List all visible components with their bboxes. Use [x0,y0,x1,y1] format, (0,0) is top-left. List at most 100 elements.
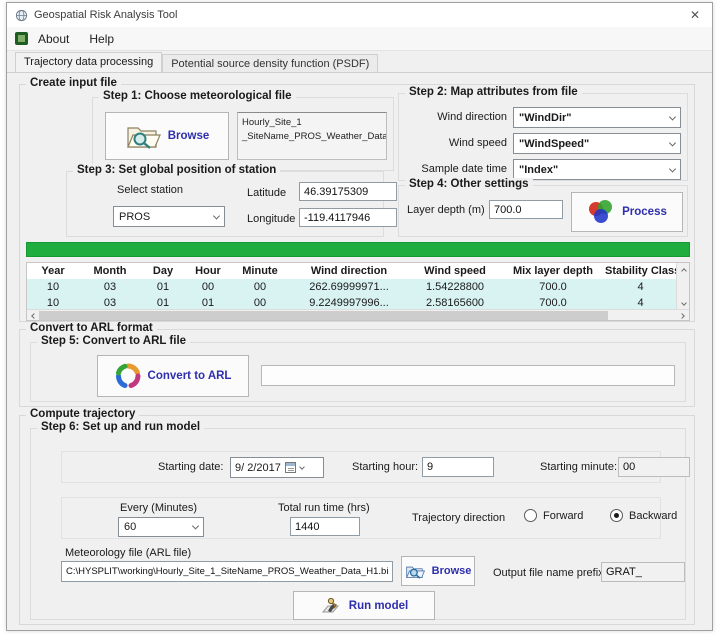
starting-hour-input[interactable] [422,457,494,477]
start-time-panel: Starting date: 9/ 2/2017 Starting hour: … [61,451,661,483]
wind-speed-label: Wind speed [399,137,507,149]
scroll-down-icon[interactable] [678,298,689,309]
radio-forward[interactable]: Forward [524,509,583,522]
calendar-icon [285,462,296,473]
browse-arl-file-button[interactable]: Browse [401,556,475,586]
browse-arl-button-label: Browse [432,565,472,577]
scroll-up-icon[interactable] [678,264,689,275]
starting-minute-label: Starting minute: [540,461,617,473]
run-settings-panel: Every (Minutes) 60 Total run time (hrs) … [61,497,661,539]
group-create-input-file-label: Create input file [26,77,121,89]
table-horizontal-scrollbar[interactable] [27,309,689,320]
window-title: Geospatial Risk Analysis Tool [34,9,177,21]
trajectory-direction-label: Trajectory direction [412,512,505,524]
group-convert-arl-label: Convert to ARL format [26,322,157,334]
app-window: Geospatial Risk Analysis Tool ✕ About He… [6,2,713,631]
table-header-row: Year Month Day Hour Minute Wind directio… [27,263,676,279]
col-stability-class[interactable]: Stability Class [605,263,676,279]
cell: 03 [79,279,141,295]
folder-search-small-icon [405,563,425,580]
menu-about[interactable]: About [28,27,79,50]
station-select[interactable]: PROS [113,206,225,227]
browse-meteorological-file-button[interactable]: Browse [105,112,229,160]
color-ring-icon [115,363,141,389]
group-compute-trajectory-label: Compute trajectory [26,408,139,420]
backward-label: Backward [629,510,677,522]
group-step3: Step 3: Set global position of station S… [66,171,384,237]
sample-date-time-select[interactable]: "Index" [513,159,681,180]
group-step6: Step 6: Set up and run model Starting da… [30,428,686,620]
convert-to-arl-button[interactable]: Convert to ARL [97,355,249,397]
title-bar: Geospatial Risk Analysis Tool ✕ [7,3,712,27]
total-run-time-input[interactable] [290,517,360,536]
latitude-input[interactable] [299,182,397,201]
col-wind-speed[interactable]: Wind speed [409,263,501,279]
close-button[interactable]: ✕ [678,3,712,27]
step3-label: Step 3: Set global position of station [73,164,280,176]
radio-backward[interactable]: Backward [610,509,677,522]
col-mix-layer-depth[interactable]: Mix layer depth [501,263,605,279]
folder-search-icon [125,122,161,150]
step4-label: Step 4: Other settings [405,178,533,190]
tab-page: Create input file Step 1: Choose meteoro… [7,72,712,630]
step1-label: Step 1: Choose meteorological file [99,90,296,102]
col-hour[interactable]: Hour [185,263,231,279]
run-model-button[interactable]: Run model [293,591,435,620]
every-minutes-label: Every (Minutes) [120,502,197,514]
group-compute-trajectory: Compute trajectory Step 6: Set up and ru… [19,415,695,625]
col-month[interactable]: Month [79,263,141,279]
process-button[interactable]: Process [571,192,683,232]
select-station-label: Select station [117,184,183,196]
col-wind-direction[interactable]: Wind direction [289,263,409,279]
output-prefix-input[interactable] [601,562,685,582]
met-file-input[interactable] [61,561,393,582]
group-step2: Step 2: Map attributes from file Wind di… [398,93,688,181]
col-minute[interactable]: Minute [231,263,289,279]
longitude-label: Longitude [247,213,295,225]
sample-date-time-value: "Index" [519,164,558,176]
starting-date-picker[interactable]: 9/ 2/2017 [230,457,324,478]
group-step4: Step 4: Other settings Layer depth (m) P… [398,185,688,237]
table-vertical-scrollbar[interactable] [676,263,689,310]
total-run-time-label: Total run time (hrs) [278,502,370,514]
longitude-input[interactable] [299,208,397,227]
radio-backward-circle [610,509,623,522]
col-year[interactable]: Year [27,263,79,279]
convert-to-arl-button-label: Convert to ARL [148,370,232,382]
cell: 262.69999971... [289,279,409,295]
starting-date-label: Starting date: [158,461,223,473]
table-row[interactable]: 10 03 01 00 00 262.69999971... 1.5422880… [27,279,676,295]
run-model-icon [320,596,342,616]
weather-data-table: Year Month Day Hour Minute Wind directio… [26,262,690,321]
group-create-input-file: Create input file Step 1: Choose meteoro… [19,84,695,322]
menu-help[interactable]: Help [79,27,124,50]
scrollbar-thumb[interactable] [39,311,608,320]
step6-label: Step 6: Set up and run model [37,421,204,433]
group-convert-arl-format: Convert to ARL format Step 5: Convert to… [19,329,695,407]
processing-progress-bar [26,242,690,257]
layer-depth-input[interactable] [489,200,563,219]
col-day[interactable]: Day [141,263,185,279]
app-globe-icon [15,9,28,22]
starting-minute-input[interactable] [618,457,690,477]
station-value: PROS [119,211,150,223]
chevron-down-icon [192,523,199,530]
wind-speed-value: "WindSpeed" [519,138,589,150]
scroll-left-icon[interactable] [27,310,38,321]
forward-label: Forward [543,510,583,522]
convert-progress-bar [261,365,675,386]
tab-trajectory-data-processing[interactable]: Trajectory data processing [15,52,162,73]
wind-speed-select[interactable]: "WindSpeed" [513,133,681,154]
scroll-right-icon[interactable] [678,310,689,321]
starting-date-value: 9/ 2/2017 [235,462,281,474]
layer-depth-label: Layer depth (m) [407,204,485,216]
tab-psdf[interactable]: Potential source density function (PSDF) [162,54,378,73]
chevron-down-icon [669,113,676,120]
wind-direction-label: Wind direction [399,111,507,123]
every-minutes-select[interactable]: 60 [118,517,204,537]
cell: 10 [27,279,79,295]
run-model-button-label: Run model [349,600,408,612]
wind-direction-select[interactable]: "WindDir" [513,107,681,128]
group-step1: Step 1: Choose meteorological file Brows… [92,97,394,171]
process-button-label: Process [622,206,667,218]
